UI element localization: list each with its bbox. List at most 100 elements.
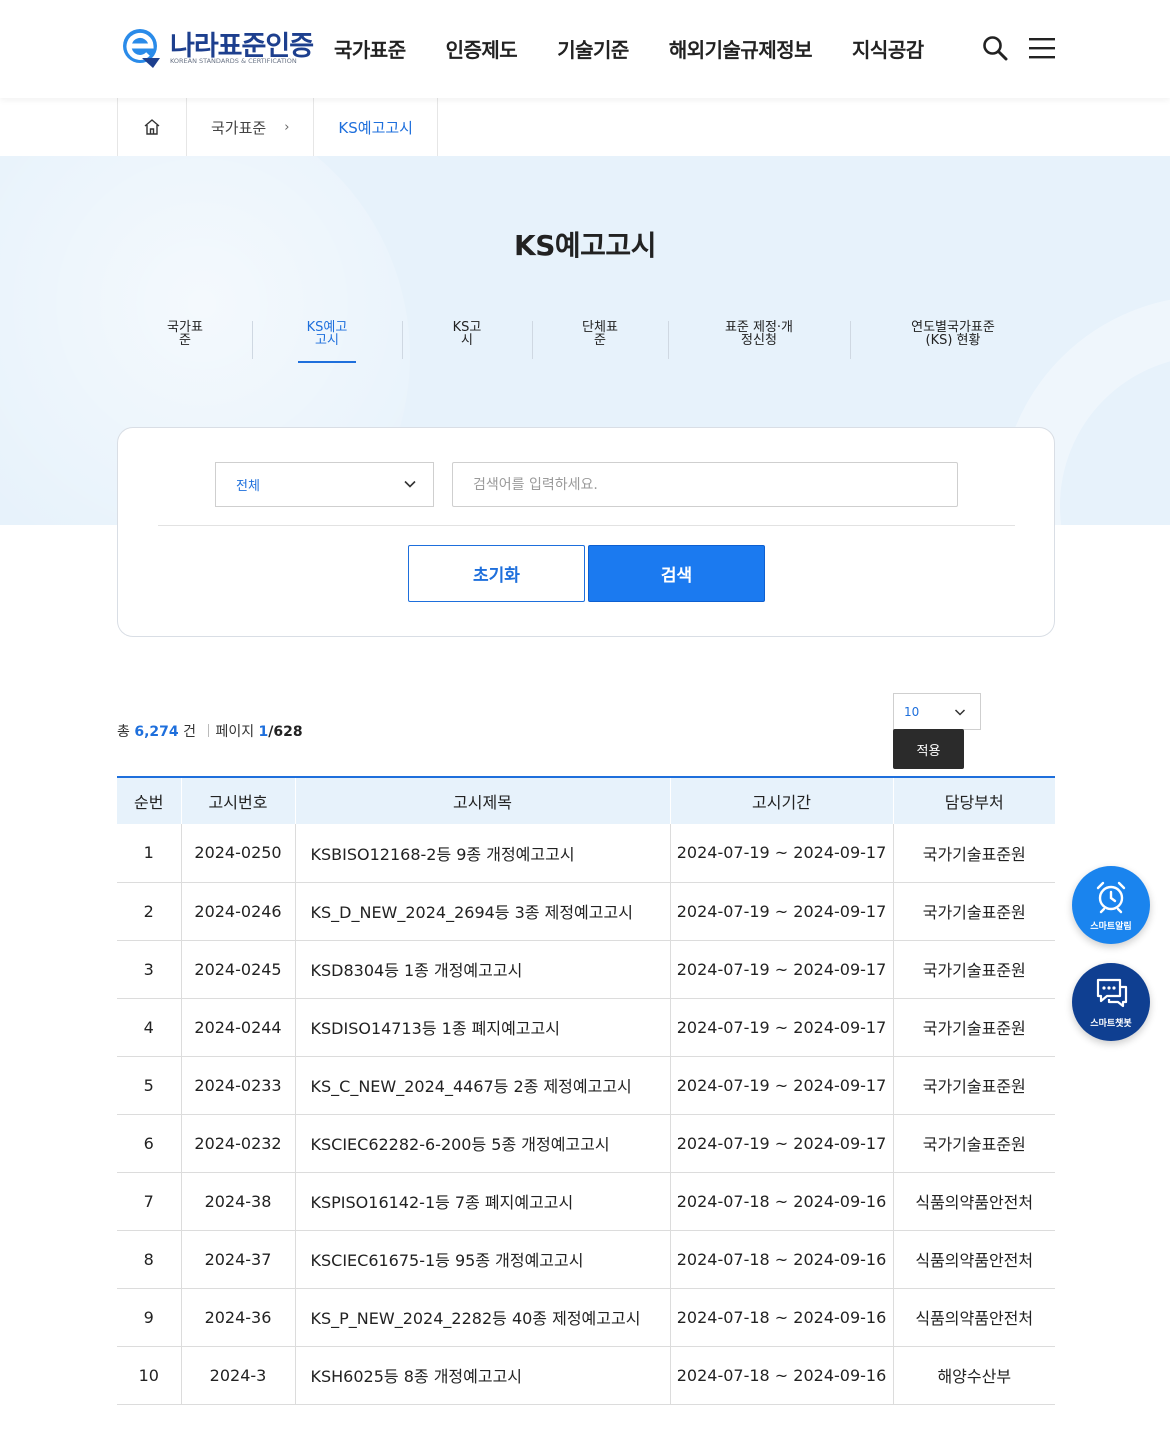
site-logo[interactable]: 나라표준인증 KOREAN STANDARDS & CERTIFICATION [120, 24, 314, 74]
cell-department: 국가기술표준원 [893, 940, 1055, 999]
tab-label: 정신청 [741, 333, 777, 348]
cell-number: 9 [117, 1288, 182, 1347]
table-row[interactable]: 1 2024-0250 KSBISO12168-2등 9종 개정예고고시 2024-0… [117, 824, 1055, 883]
cell-title[interactable]: KSH6025등 8종 개정예고고시 [295, 1346, 671, 1405]
nav-overseas-regulations[interactable]: 해외기술규제정보 [669, 34, 813, 63]
cell-number: 10 [117, 1346, 182, 1405]
cell-period: 2024-07-19 ~ 2024-09-17 [670, 940, 894, 999]
table-row[interactable]: 8 2024-37 KSCIEC61675-1등 95종 개정예고고시 2024-07… [117, 1230, 1055, 1289]
cell-period: 2024-07-19 ~ 2024-09-17 [670, 824, 894, 883]
cell-notice-number: 2024-37 [181, 1230, 296, 1289]
search-input[interactable] [452, 462, 958, 507]
table-row[interactable]: 7 2024-38 KSPISO16142-1등 7종 폐지예고고시 2024-07-… [117, 1172, 1055, 1231]
tab-label: 고시 [315, 333, 339, 348]
home-icon [144, 119, 160, 135]
table-row[interactable]: 2 2024-0246 KS_D_NEW_2024_2694등 3종 제정예고고시 2… [117, 882, 1055, 941]
smart-chatbot-button[interactable]: 스마트챗봇 [1072, 963, 1150, 1041]
column-header: 고시번호 [181, 777, 296, 824]
per-page-select[interactable]: 10 [893, 693, 981, 730]
reset-button[interactable]: 초기화 [408, 545, 585, 602]
breadcrumb-national-standards[interactable]: 국가표준 › [187, 98, 315, 156]
table-row[interactable]: 9 2024-36 KS_P_NEW_2024_2282등 40종 제정예고고시 20… [117, 1288, 1055, 1347]
cell-title[interactable]: KSCIEC61675-1등 95종 개정예고고시 [295, 1230, 671, 1289]
chevron-down-icon [954, 709, 966, 716]
chevron-right-icon: › [284, 119, 290, 135]
search-button[interactable]: 검색 [588, 545, 765, 602]
cell-title[interactable]: KS_D_NEW_2024_2694등 3종 제정예고고시 [295, 882, 671, 941]
cell-number: 5 [117, 1056, 182, 1115]
cell-number: 3 [117, 940, 182, 999]
cell-period: 2024-07-18 ~ 2024-09-16 [670, 1346, 894, 1405]
cell-period: 2024-07-18 ~ 2024-09-16 [670, 1230, 894, 1289]
cell-number: 4 [117, 998, 182, 1057]
tab-label: 준 [594, 333, 606, 348]
cell-department: 식품의약품안전처 [893, 1230, 1055, 1289]
breadcrumb-label: 국가표준 [211, 118, 267, 137]
smart-alarm-button[interactable]: 스마트알림 [1072, 866, 1150, 944]
nav-knowledge[interactable]: 지식공감 [852, 34, 924, 63]
cell-title[interactable]: KSPISO16142-1등 7종 폐지예고고시 [295, 1172, 671, 1231]
cell-department: 국가기술표준원 [893, 882, 1055, 941]
cell-title[interactable]: KSD8304등 1종 개정예고고시 [295, 940, 671, 999]
tab-national-standards[interactable]: 국가표 준 [158, 321, 212, 361]
cell-department: 해양수산부 [893, 1346, 1055, 1405]
cell-notice-number: 2024-0250 [181, 824, 296, 883]
table-row[interactable]: 6 2024-0232 KSCIEC62282-6-200등 5종 개정예고고시 20… [117, 1114, 1055, 1173]
cell-notice-number: 2024-0232 [181, 1114, 296, 1173]
summary-divider [208, 724, 210, 737]
search-panel: 전체 초기화 검색 [117, 427, 1055, 637]
table-row[interactable]: 5 2024-0233 KS_C_NEW_2024_4467등 2종 제정예고고시 2… [117, 1056, 1055, 1115]
site-header: 나라표준인증 KOREAN STANDARDS & CERTIFICATION … [0, 0, 1170, 98]
cell-period: 2024-07-19 ~ 2024-09-17 [670, 1056, 894, 1115]
nav-national-standards[interactable]: 국가표준 [334, 34, 406, 63]
cell-title[interactable]: KSBISO12168-2등 9종 개정예고고시 [295, 824, 671, 883]
tab-standard-request[interactable]: 표준 제정·개 정신청 [708, 321, 810, 361]
tab-ks-pre-notice[interactable]: KS예고 고시 [298, 321, 356, 363]
cell-department: 국가기술표준원 [893, 1056, 1055, 1115]
breadcrumb-home[interactable] [117, 98, 187, 156]
search-icon[interactable] [982, 35, 1008, 61]
cell-period: 2024-07-18 ~ 2024-09-16 [670, 1172, 894, 1231]
breadcrumb: 국가표준 › KS예고고시 [117, 98, 438, 156]
table-row[interactable]: 10 2024-3 KSH6025등 8종 개정예고고시 2024-07-18 ~ 2… [117, 1346, 1055, 1405]
column-header: 고시제목 [295, 777, 671, 824]
breadcrumb-current[interactable]: KS예고고시 [314, 98, 438, 156]
cell-title[interactable]: KSCIEC62282-6-200등 5종 개정예고고시 [295, 1114, 671, 1173]
logo-e-icon [123, 29, 160, 68]
main-nav: 국가표준 인증제도 기술기준 해외기술규제정보 지식공감 [334, 34, 964, 63]
alarm-clock-icon [1096, 881, 1126, 914]
cell-title[interactable]: KS_C_NEW_2024_4467등 2종 제정예고고시 [295, 1056, 671, 1115]
cell-department: 국가기술표준원 [893, 824, 1055, 883]
cell-department: 국가기술표준원 [893, 1114, 1055, 1173]
breadcrumb-label: KS예고고시 [338, 118, 413, 137]
search-category-select[interactable]: 전체 [215, 462, 434, 507]
nav-technical-standards[interactable]: 기술기준 [557, 34, 629, 63]
table-header-row: 순번 고시번호 고시제목 고시기간 담당부처 [117, 777, 1055, 824]
page-title: KS예고고시 [514, 229, 656, 262]
tab-group-standards[interactable]: 단체표 준 [573, 321, 627, 361]
cell-title[interactable]: KS_P_NEW_2024_2282등 40종 제정예고고시 [295, 1288, 671, 1347]
cell-number: 8 [117, 1230, 182, 1289]
cell-title[interactable]: KSDISO14713등 1종 폐지예고고시 [295, 998, 671, 1057]
tab-yearly-status[interactable]: 연도별국가표준 (KS) 현황 [897, 321, 1009, 361]
tab-label: 준 [179, 333, 191, 348]
nav-certification[interactable]: 인증제도 [446, 34, 518, 63]
cell-period: 2024-07-19 ~ 2024-09-17 [670, 882, 894, 941]
table-row[interactable]: 4 2024-0244 KSDISO14713등 1종 폐지예고고시 2024-07-… [117, 998, 1055, 1057]
cell-number: 7 [117, 1172, 182, 1231]
select-value: 전체 [236, 479, 260, 494]
cell-number: 6 [117, 1114, 182, 1173]
apply-button[interactable]: 적용 [893, 729, 964, 769]
cell-department: 식품의약품안전처 [893, 1288, 1055, 1347]
logo-subtext: KOREAN STANDARDS & CERTIFICATION [170, 57, 297, 65]
tab-ks-notice[interactable]: KS고 시 [447, 321, 487, 361]
result-summary: 총 6,274 건 페이지 1/628 [117, 721, 303, 741]
cell-notice-number: 2024-0244 [181, 998, 296, 1057]
smart-alarm-label: 스마트알림 [1090, 922, 1132, 932]
tab-divider [402, 321, 403, 359]
cell-notice-number: 2024-36 [181, 1288, 296, 1347]
hamburger-menu-icon[interactable] [1029, 37, 1055, 59]
table-row[interactable]: 3 2024-0245 KSD8304등 1종 개정예고고시 2024-07-19 ~… [117, 940, 1055, 999]
per-page-value: 10 [904, 704, 920, 719]
cell-notice-number: 2024-3 [181, 1346, 296, 1405]
